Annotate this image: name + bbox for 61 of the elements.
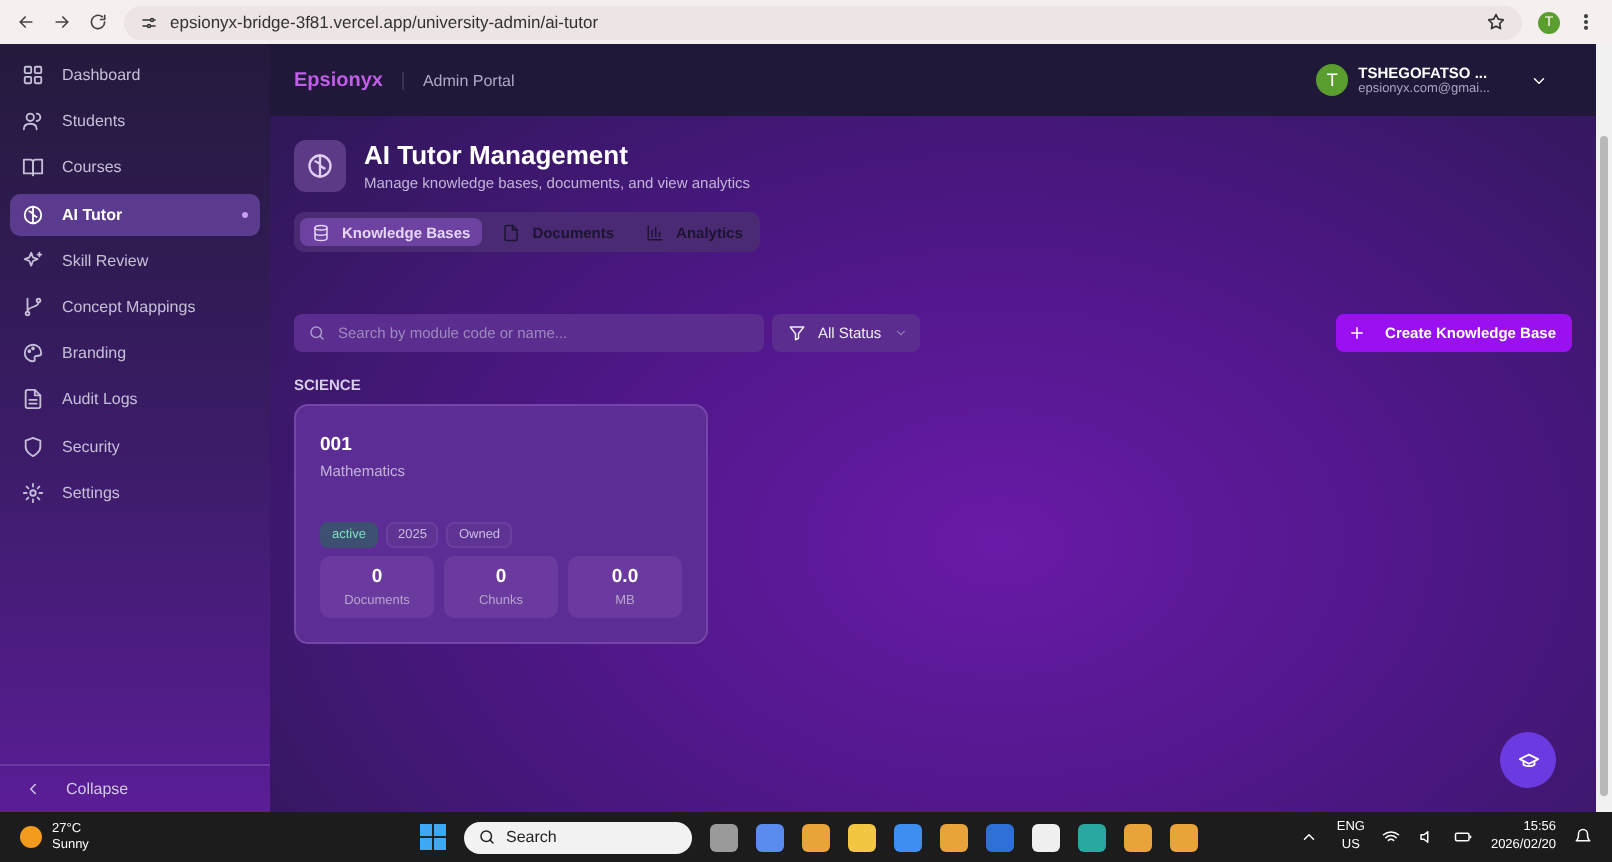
stat-value: 0 xyxy=(495,566,507,588)
sidebar-item[interactable]: Settings xyxy=(10,471,260,514)
taskbar-app-icon[interactable] xyxy=(940,823,968,851)
taskbar-app-icon[interactable] xyxy=(1032,823,1060,851)
book-icon xyxy=(22,156,44,179)
graduation-cap-icon xyxy=(1517,749,1539,771)
sidebar-item[interactable]: Dashboard xyxy=(10,54,260,96)
portal-label: Admin Portal xyxy=(402,71,515,89)
chevron-left-icon xyxy=(24,780,42,798)
wifi-icon xyxy=(1382,828,1401,846)
filter-icon xyxy=(788,324,806,342)
site-settings-icon xyxy=(140,13,158,31)
module-code: 001 xyxy=(320,434,354,456)
database-icon xyxy=(312,223,330,241)
back-arrow-icon xyxy=(16,12,36,32)
sidebar-item[interactable]: Students xyxy=(10,100,260,143)
active-dot xyxy=(242,211,248,218)
chevron-up-icon xyxy=(1300,828,1319,846)
chevron-down-icon xyxy=(893,326,908,340)
users-icon xyxy=(22,110,44,133)
notification-icon xyxy=(1574,828,1592,846)
url-text: epsionyx-bridge-3f81.vercel.app/university-admin/ai-tutor xyxy=(170,12,601,32)
document-icon xyxy=(502,223,521,241)
scrollbar[interactable] xyxy=(1596,44,1612,812)
taskbar-app-icon[interactable] xyxy=(848,823,876,851)
shield-icon xyxy=(22,435,44,457)
grid-icon xyxy=(22,64,44,86)
sidebar-item[interactable]: Skill Review xyxy=(10,239,260,282)
document-icon xyxy=(22,388,44,411)
battery-icon xyxy=(1454,828,1473,846)
taskbar-app-icon[interactable] xyxy=(710,823,738,851)
palette-icon xyxy=(22,342,44,365)
windows-start-icon[interactable] xyxy=(420,824,446,850)
plus-icon xyxy=(1347,324,1366,342)
taskbar-app-icon[interactable] xyxy=(1124,823,1152,851)
brain-icon xyxy=(22,203,44,226)
search-icon xyxy=(308,324,326,342)
sidebar-item[interactable]: AI Tutor xyxy=(10,193,260,236)
sun-icon xyxy=(20,826,42,848)
branch-icon xyxy=(22,295,44,318)
gear-icon xyxy=(22,481,44,504)
taskbar-app-icon[interactable] xyxy=(802,823,830,851)
sidebar-item[interactable]: Branding xyxy=(10,332,260,375)
sidebar-item[interactable]: Security xyxy=(10,425,260,467)
search-icon xyxy=(478,828,496,846)
taskbar-app-icon[interactable] xyxy=(1078,823,1106,851)
sidebar-item[interactable]: Concept Mappings xyxy=(10,285,260,328)
sparkles-icon xyxy=(22,249,44,272)
sidebar-item[interactable]: Audit Logs xyxy=(10,378,260,421)
page-title: AI Tutor Management xyxy=(364,140,630,170)
forward-arrow-icon xyxy=(52,12,72,32)
reload-icon xyxy=(88,12,108,32)
stat-value: 0 xyxy=(371,566,383,588)
star-icon xyxy=(1486,12,1506,32)
stat-value: 0.0 xyxy=(611,566,639,588)
bar-chart-icon xyxy=(646,223,665,241)
sidebar-item[interactable]: Courses xyxy=(10,146,260,189)
address-bar[interactable]: epsionyx-bridge-3f81.vercel.app/university-admin/ai-tutor xyxy=(124,5,1522,39)
taskbar-search[interactable]: Search xyxy=(464,821,692,853)
brand-name: Epsionyx xyxy=(294,69,383,91)
taskbar-app-icon[interactable] xyxy=(1170,823,1198,851)
